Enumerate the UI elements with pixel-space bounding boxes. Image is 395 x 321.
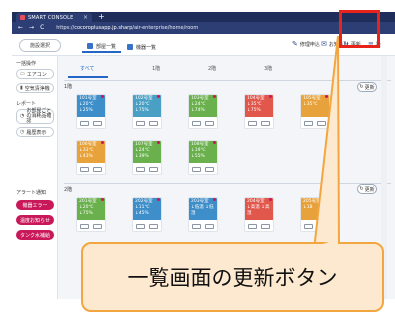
callout-pointer-cover (317, 239, 338, 246)
screenshot-frame: SMART CONSOLE × + ← → C https://cocoropl… (0, 0, 395, 321)
callout-seam-cover (317, 239, 338, 246)
